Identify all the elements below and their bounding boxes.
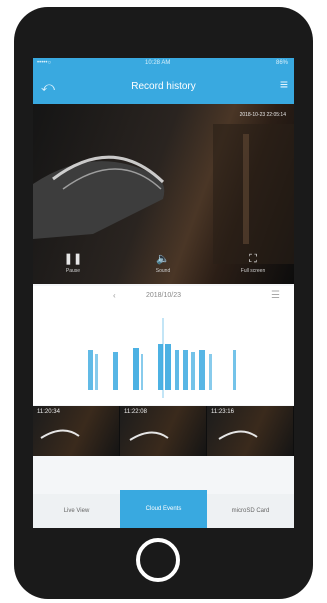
signal-indicator: •••••○ bbox=[37, 60, 52, 66]
status-time: 10:28 AM bbox=[145, 60, 171, 66]
fullscreen-icon: ⛶ bbox=[249, 253, 257, 265]
status-bar: •••••○ 10:28 AM 86% bbox=[33, 58, 294, 70]
bottom-tab-bar: Live View Cloud Events microSD Card bbox=[33, 490, 294, 528]
page-title: Record history bbox=[131, 81, 196, 92]
thumbnail-item[interactable]: 11:23:16 bbox=[207, 406, 293, 456]
thumbnail-strip: 11:20:34 11:22:08 11:23:16 bbox=[33, 406, 294, 456]
selected-date[interactable]: 2018/10/23 bbox=[33, 292, 294, 299]
app-screen: •••••○ 10:28 AM 86% ⤺ Record history ≡ 2… bbox=[33, 58, 294, 528]
event-timeline[interactable] bbox=[33, 310, 294, 405]
pause-icon: ❚❚ bbox=[63, 253, 83, 265]
speaker-icon: 🔈 bbox=[156, 253, 170, 265]
thumbnail-item[interactable]: 11:22:08 bbox=[120, 406, 206, 456]
tab-microsd-card[interactable]: microSD Card bbox=[207, 494, 294, 528]
date-selector[interactable]: ‹ 2018/10/23 ☰ bbox=[33, 286, 294, 310]
battery-indicator: 86% bbox=[275, 60, 288, 66]
pause-button[interactable]: ❚❚ Pause bbox=[43, 252, 103, 274]
more-icon[interactable]: ≡ bbox=[280, 76, 288, 92]
tab-live-view[interactable]: Live View bbox=[33, 494, 120, 528]
home-button[interactable] bbox=[136, 538, 180, 582]
content-spacer bbox=[33, 456, 294, 494]
thumbnail-item[interactable]: 11:20:34 bbox=[33, 406, 119, 456]
video-controls: ❚❚ Pause 🔈 Sound ⛶ Full screen bbox=[33, 250, 294, 284]
tab-cloud-events[interactable]: Cloud Events bbox=[120, 490, 207, 528]
video-timestamp: 2018-10-23 22:05:14 bbox=[239, 112, 286, 118]
timeline-bars bbox=[88, 318, 236, 398]
list-icon[interactable]: ☰ bbox=[271, 290, 280, 301]
sound-button[interactable]: 🔈 Sound bbox=[133, 252, 193, 274]
nav-bar: ⤺ Record history ≡ bbox=[33, 70, 294, 104]
fullscreen-button[interactable]: ⛶ Full screen bbox=[223, 252, 283, 274]
